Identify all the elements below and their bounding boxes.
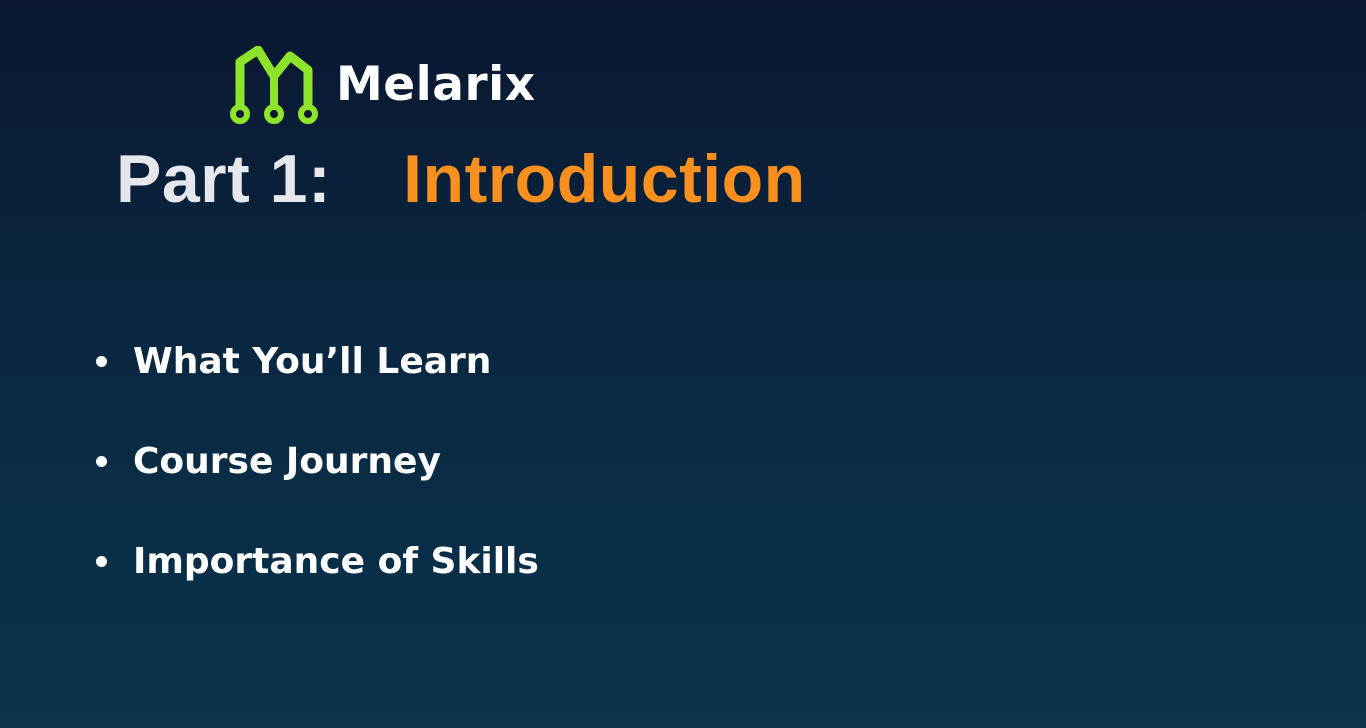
bullet-text: Course Journey — [133, 440, 441, 482]
bullet-item: Course Journey — [96, 433, 539, 489]
bullet-dot-icon — [96, 555, 107, 567]
bullet-text: What You’ll Learn — [133, 340, 492, 382]
brand-name: Melarix — [336, 56, 536, 112]
brand-logo: Melarix — [230, 46, 536, 124]
bullet-text: Importance of Skills — [133, 540, 539, 582]
slide: Melarix Part 1: Introduction What You’ll… — [0, 0, 1366, 728]
page-title: Part 1: Introduction — [116, 145, 806, 213]
title-main: Introduction — [403, 141, 806, 217]
bullet-dot-icon — [96, 355, 107, 367]
melarix-logo-mark-icon — [230, 46, 318, 124]
bullet-item: What You’ll Learn — [96, 333, 539, 389]
bullet-dot-icon — [96, 455, 107, 467]
bullet-item: Importance of Skills — [96, 533, 539, 589]
bullet-list: What You’ll Learn Course Journey Importa… — [96, 333, 539, 633]
title-prefix: Part 1: — [116, 141, 332, 217]
